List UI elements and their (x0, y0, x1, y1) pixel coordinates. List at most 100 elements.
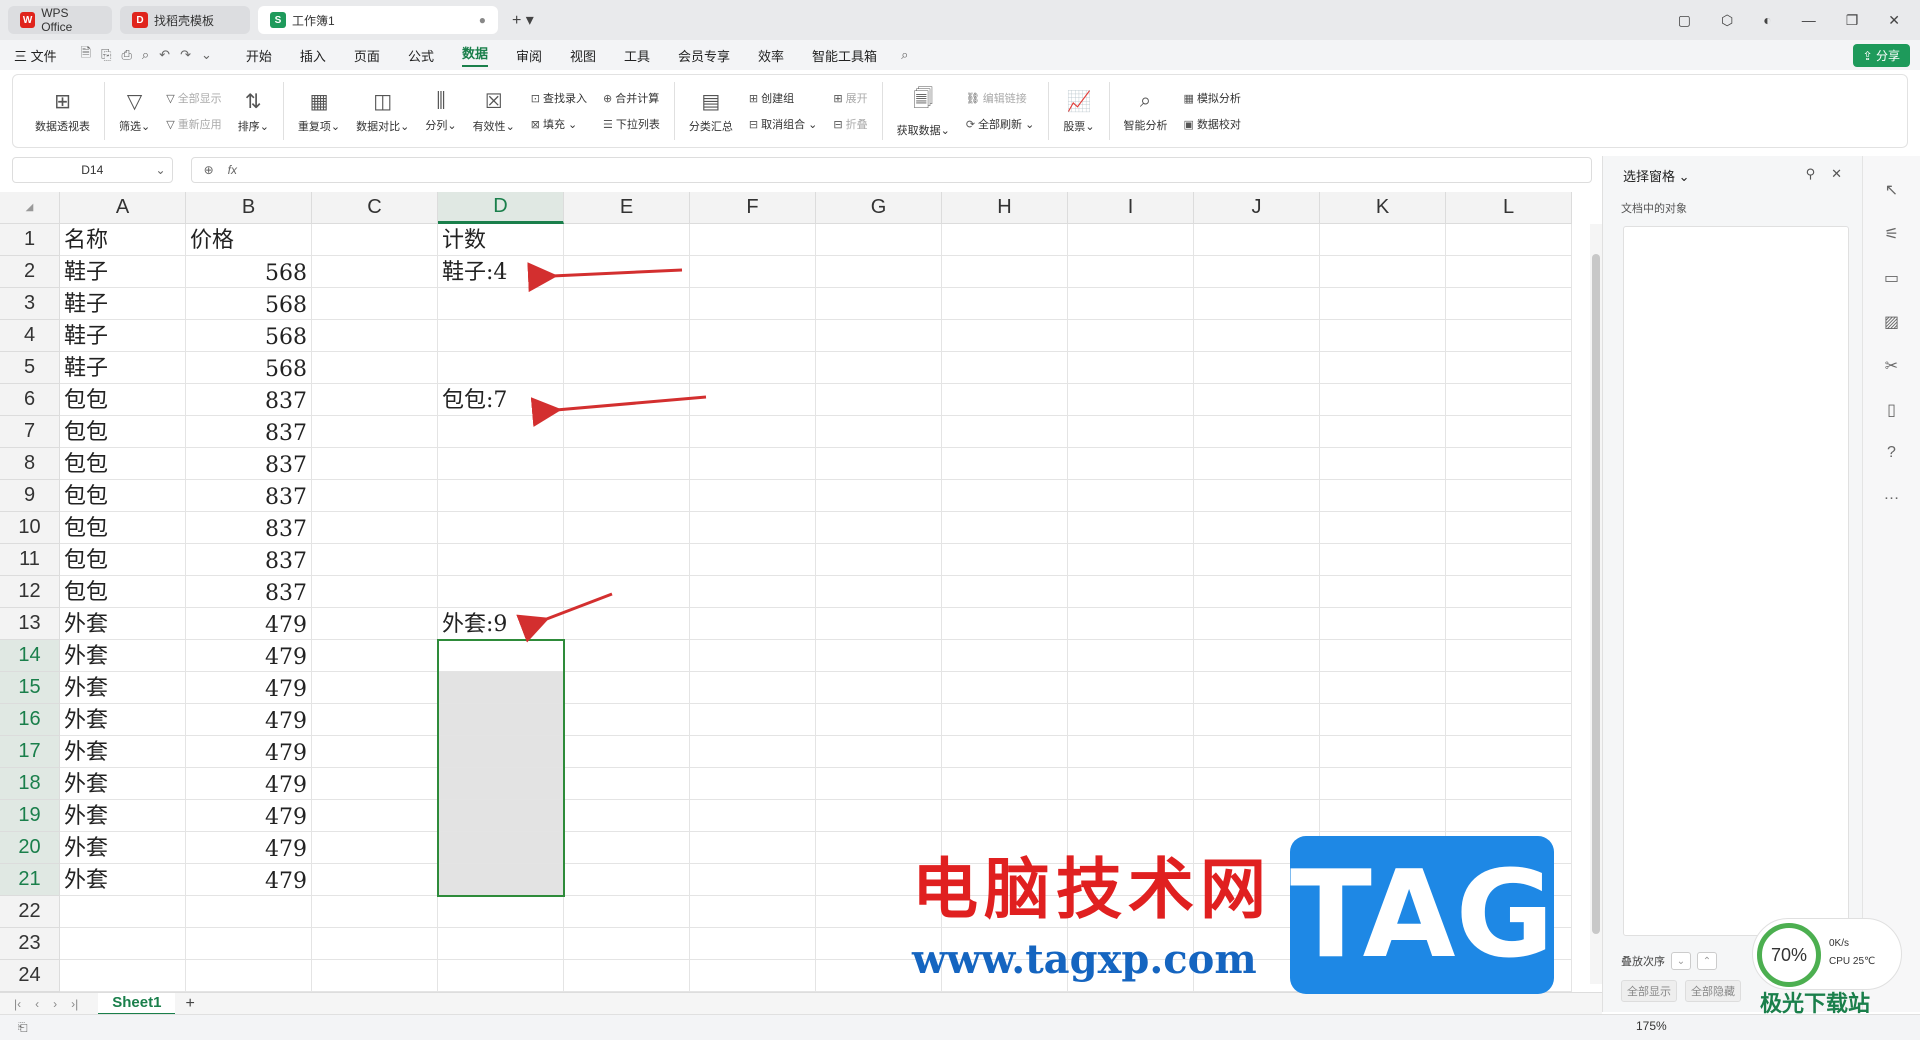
cell-i16[interactable] (1068, 704, 1194, 736)
column-header-i[interactable]: I (1068, 192, 1194, 224)
cell-d20[interactable] (438, 832, 564, 864)
cell-i19[interactable] (1068, 800, 1194, 832)
cell-h4[interactable] (942, 320, 1068, 352)
row-header-6[interactable]: 6 (0, 384, 60, 416)
cell-e8[interactable] (564, 448, 690, 480)
cell-j9[interactable] (1194, 480, 1320, 512)
cell-i24[interactable] (1068, 960, 1194, 992)
cell-f16[interactable] (690, 704, 816, 736)
more-icon[interactable]: … (1884, 486, 1900, 504)
cell-j1[interactable] (1194, 224, 1320, 256)
cell-h12[interactable] (942, 576, 1068, 608)
cell-k21[interactable] (1320, 864, 1446, 896)
preview-icon[interactable]: ⌕ (142, 47, 149, 63)
cell-c13[interactable] (312, 608, 438, 640)
cell-f6[interactable] (690, 384, 816, 416)
cell-c18[interactable] (312, 768, 438, 800)
cell-j5[interactable] (1194, 352, 1320, 384)
cell-j4[interactable] (1194, 320, 1320, 352)
cell-f21[interactable] (690, 864, 816, 896)
cell-a18[interactable]: 外套 (60, 768, 186, 800)
cell-e1[interactable] (564, 224, 690, 256)
zoom-formula-icon[interactable]: ⊕ (204, 163, 214, 177)
cell-g15[interactable] (816, 672, 942, 704)
cell-j21[interactable] (1194, 864, 1320, 896)
add-sheet-icon[interactable]: + (185, 995, 194, 1013)
cell-a11[interactable]: 包包 (60, 544, 186, 576)
row-header-11[interactable]: 11 (0, 544, 60, 576)
cell-k2[interactable] (1320, 256, 1446, 288)
column-header-c[interactable]: C (312, 192, 438, 224)
cell-b21[interactable]: 479 (186, 864, 312, 896)
cell-j10[interactable] (1194, 512, 1320, 544)
tools-icon[interactable]: ✂ (1885, 356, 1898, 376)
cell-l6[interactable] (1446, 384, 1572, 416)
cell-c20[interactable] (312, 832, 438, 864)
cell-a8[interactable]: 包包 (60, 448, 186, 480)
cell-j8[interactable] (1194, 448, 1320, 480)
cell-e12[interactable] (564, 576, 690, 608)
cell-e16[interactable] (564, 704, 690, 736)
sheet-tab-sheet1[interactable]: Sheet1 (98, 992, 176, 1015)
cell-i8[interactable] (1068, 448, 1194, 480)
cell-l8[interactable] (1446, 448, 1572, 480)
cell-l5[interactable] (1446, 352, 1572, 384)
cell-e21[interactable] (564, 864, 690, 896)
sliders-icon[interactable]: ⚟ (1884, 224, 1898, 244)
export-icon[interactable]: ⎘ (101, 47, 111, 63)
cell-a15[interactable]: 外套 (60, 672, 186, 704)
cell-d15[interactable] (438, 672, 564, 704)
cell-d5[interactable] (438, 352, 564, 384)
cell-h15[interactable] (942, 672, 1068, 704)
cell-d1[interactable]: 计数 (438, 224, 564, 256)
cell-h14[interactable] (942, 640, 1068, 672)
cell-b13[interactable]: 479 (186, 608, 312, 640)
cell-k20[interactable] (1320, 832, 1446, 864)
cell-a20[interactable]: 外套 (60, 832, 186, 864)
restore-icon[interactable]: ❐ (1846, 12, 1859, 29)
cell-g8[interactable] (816, 448, 942, 480)
menu-smart-toolbox[interactable]: 智能工具箱 (812, 46, 877, 65)
cell-g1[interactable] (816, 224, 942, 256)
cell-e11[interactable] (564, 544, 690, 576)
cell-c12[interactable] (312, 576, 438, 608)
cell-b4[interactable]: 568 (186, 320, 312, 352)
cell-h16[interactable] (942, 704, 1068, 736)
cell-j19[interactable] (1194, 800, 1320, 832)
tab-wps-office[interactable]: W WPS Office (8, 6, 112, 34)
cell-g10[interactable] (816, 512, 942, 544)
cell-l21[interactable] (1446, 864, 1572, 896)
dropdown-list-button[interactable]: ☰ 下拉列表 (603, 116, 660, 132)
tab-template[interactable]: D 找稻壳模板 (120, 6, 250, 34)
cell-b15[interactable]: 479 (186, 672, 312, 704)
column-header-a[interactable]: A (60, 192, 186, 224)
cell-b5[interactable]: 568 (186, 352, 312, 384)
row-header-17[interactable]: 17 (0, 736, 60, 768)
cell-g23[interactable] (816, 928, 942, 960)
cell-h17[interactable] (942, 736, 1068, 768)
cell-i6[interactable] (1068, 384, 1194, 416)
cell-h8[interactable] (942, 448, 1068, 480)
cell-d4[interactable] (438, 320, 564, 352)
cell-d10[interactable] (438, 512, 564, 544)
cell-l24[interactable] (1446, 960, 1572, 992)
cell-g6[interactable] (816, 384, 942, 416)
last-sheet-icon[interactable]: ›| (71, 997, 78, 1011)
stocks-button[interactable]: 📈 股票⌄ (1063, 89, 1094, 134)
cell-i3[interactable] (1068, 288, 1194, 320)
cell-a4[interactable]: 鞋子 (60, 320, 186, 352)
hide-all-objects-button[interactable]: 全部隐藏 (1685, 980, 1741, 1002)
move-down-icon[interactable]: ⌄ (1671, 952, 1691, 970)
tab-workbook[interactable]: S 工作簿1 ● (258, 6, 498, 34)
cursor-icon[interactable]: ↖ (1885, 180, 1898, 200)
note-icon[interactable]: ▭ (1884, 268, 1899, 288)
cell-c16[interactable] (312, 704, 438, 736)
close-icon[interactable]: ✕ (1888, 12, 1900, 29)
cell-e5[interactable] (564, 352, 690, 384)
validity-button[interactable]: ☒ 有效性⌄ (473, 89, 515, 134)
menu-tools[interactable]: 工具 (624, 46, 650, 65)
spreadsheet-grid[interactable]: ◢ A B C D E F G H I J K L 1 名称 价格 计数 2 鞋子 568 鞋子:4 3 鞋子 568 4 鞋子 5… (0, 192, 1590, 992)
row-header-1[interactable]: 1 (0, 224, 60, 256)
cell-f4[interactable] (690, 320, 816, 352)
cell-i15[interactable] (1068, 672, 1194, 704)
